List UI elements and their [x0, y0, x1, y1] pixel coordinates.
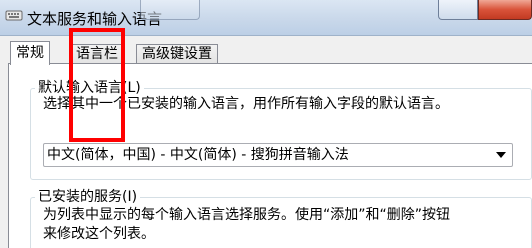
installed-services-description-line1: 为列表中显示的每个输入语言选择服务。使用“添加”和“删除”按钮 [43, 207, 451, 223]
highlight-annotation-box [69, 28, 125, 142]
default-language-value: 中文(简体，中国) - 中文(简体) - 搜狗拼音输入法 [47, 147, 349, 163]
tab-advanced-key-settings[interactable]: 高级键设置 [136, 44, 218, 64]
keyboard-icon [5, 8, 23, 22]
close-button[interactable] [478, 0, 532, 20]
help-button[interactable] [438, 0, 478, 20]
tab-general[interactable]: 常规 [10, 41, 50, 65]
installed-services-legend: 已安装的服务(I) [35, 188, 141, 206]
chevron-down-icon[interactable] [496, 152, 506, 158]
installed-services-description-line2: 来修改这个列表。 [43, 226, 155, 242]
default-language-select[interactable]: 中文(简体，中国) - 中文(简体) - 搜狗拼音输入法 [43, 143, 513, 167]
title-glass-reflection [140, 0, 200, 20]
